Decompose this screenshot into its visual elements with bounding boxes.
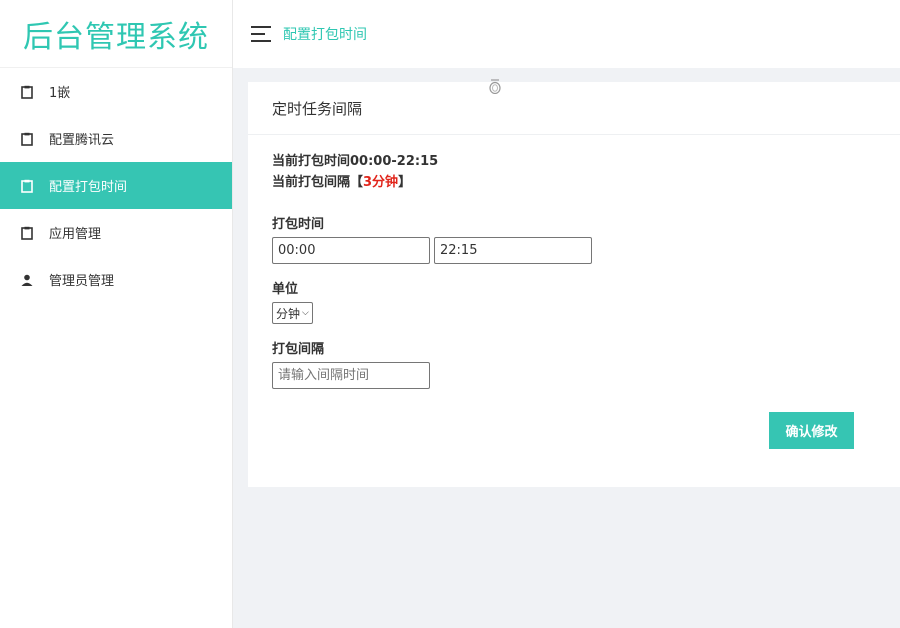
config-card: 定时任务间隔 当前打包时间00:00-22:15 当前打包间隔【3分钟】 打包时…	[248, 79, 900, 487]
sidebar: 后台管理系统 1嵌 配置腾讯云 配置打包时间 应用管理 管理员管理	[0, 0, 233, 628]
interval-label: 打包间隔	[272, 342, 325, 357]
sidebar-item-app-management[interactable]: 应用管理	[0, 209, 232, 256]
clipboard-icon	[20, 85, 34, 99]
pack-time-label: 打包时间	[272, 217, 325, 232]
loading-icon	[488, 78, 502, 95]
current-pack-interval: 当前打包间隔【3分钟】	[272, 175, 412, 190]
topbar: 配置打包时间	[233, 0, 900, 68]
end-time-input[interactable]	[434, 237, 592, 264]
user-icon	[20, 273, 34, 287]
sidebar-item-1[interactable]: 1嵌	[0, 68, 232, 115]
sidebar-item-label: 管理员管理	[49, 274, 115, 289]
sidebar-item-admin-management[interactable]: 管理员管理	[0, 256, 232, 303]
card-title: 定时任务间隔	[272, 99, 363, 118]
card-header: 定时任务间隔	[248, 79, 900, 135]
confirm-button[interactable]: 确认修改	[769, 412, 854, 449]
chevron-down-icon: ⌵	[302, 308, 309, 318]
sidebar-item-label: 配置腾讯云	[49, 133, 115, 148]
unit-selected-value: 分钟	[276, 306, 301, 321]
card-body: 当前打包时间00:00-22:15 当前打包间隔【3分钟】 打包时间 单位 分钟…	[248, 135, 900, 389]
unit-label: 单位	[272, 282, 299, 297]
sidebar-item-label: 1嵌	[49, 86, 71, 101]
clipboard-icon	[20, 179, 34, 193]
sidebar-item-label: 配置打包时间	[49, 180, 128, 195]
unit-select[interactable]: 分钟 ⌵	[272, 302, 313, 324]
hamburger-icon[interactable]	[251, 26, 271, 42]
logo: 后台管理系统	[0, 0, 232, 68]
breadcrumb: 配置打包时间	[283, 27, 367, 43]
clipboard-icon	[20, 132, 34, 146]
sidebar-item-label: 应用管理	[49, 227, 102, 242]
clipboard-icon	[20, 226, 34, 240]
time-range	[272, 237, 876, 264]
start-time-input[interactable]	[272, 237, 430, 264]
interval-value: 3分钟	[363, 175, 399, 190]
sidebar-item-tencent-cloud[interactable]: 配置腾讯云	[0, 115, 232, 162]
current-pack-time: 当前打包时间00:00-22:15	[272, 154, 439, 169]
interval-input[interactable]	[272, 362, 430, 389]
sidebar-item-pack-time[interactable]: 配置打包时间	[0, 162, 232, 209]
